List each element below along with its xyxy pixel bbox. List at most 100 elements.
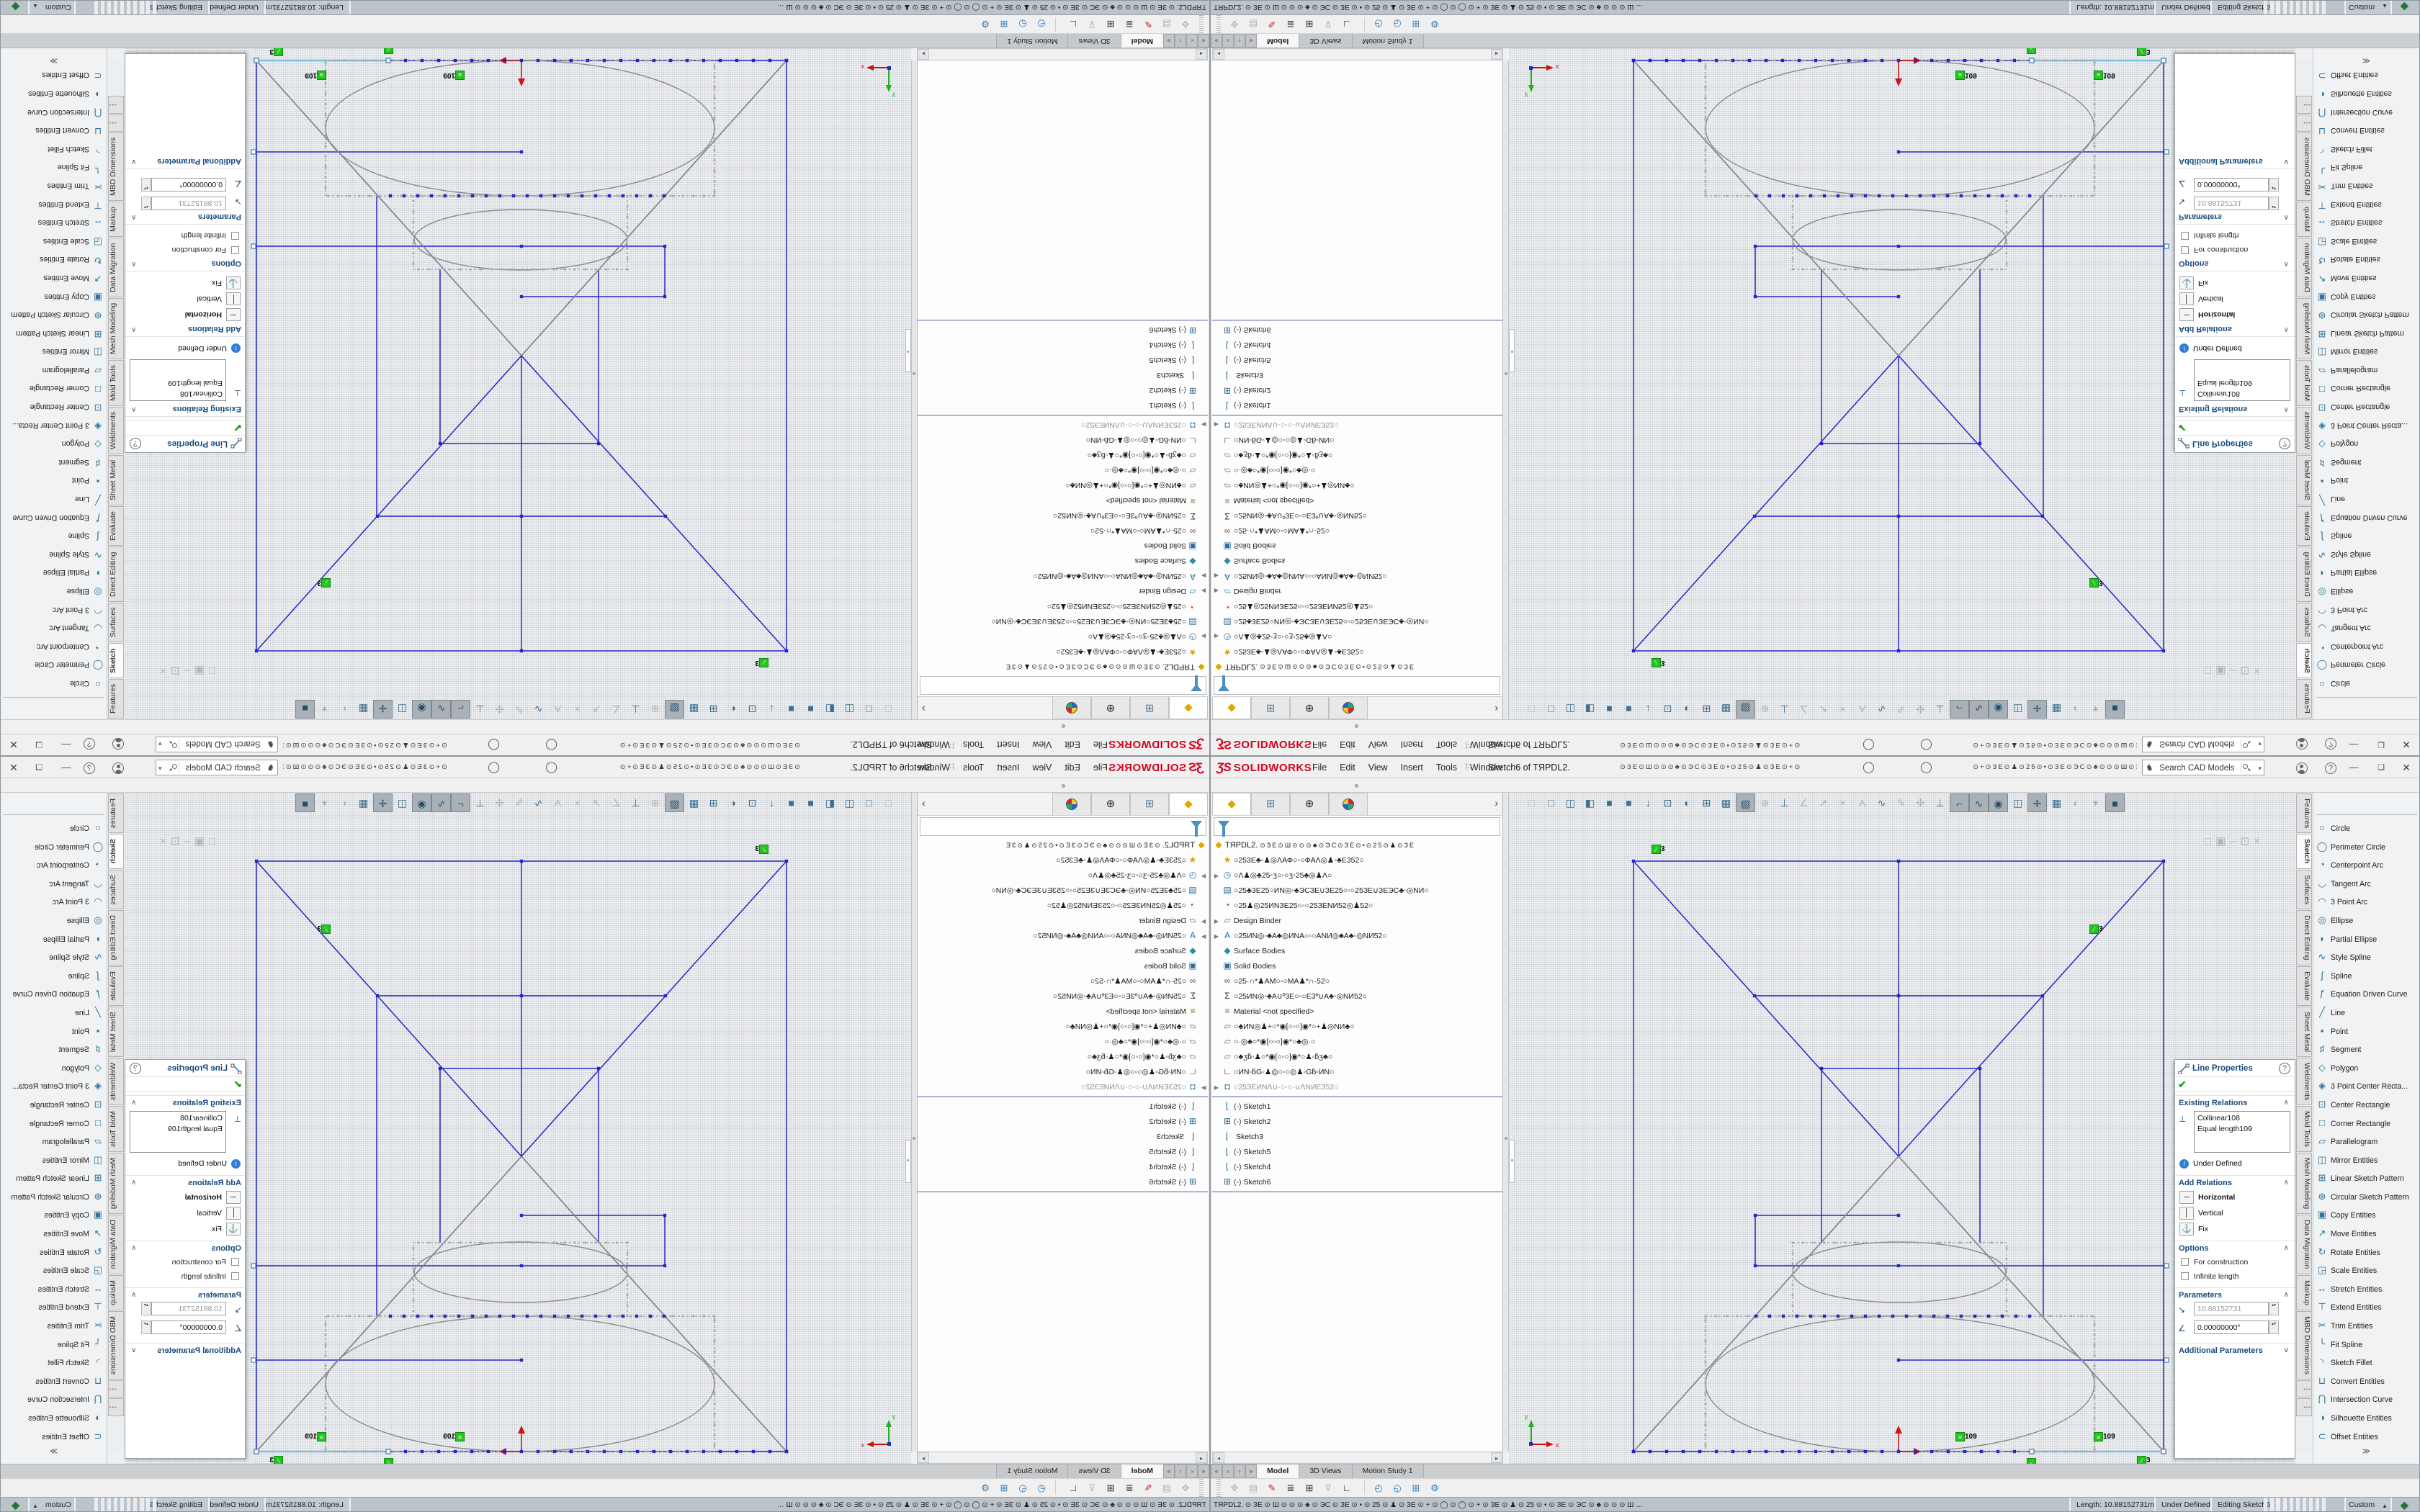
drag-handle[interactable]: [1355, 724, 1358, 728]
tree-row-solid-bodies[interactable]: ▣Solid Bodies: [918, 958, 1208, 973]
tab-item[interactable]: ⋮: [2296, 1380, 2312, 1398]
angle-spinner[interactable]: ▴▾: [2269, 178, 2279, 192]
menu-edit[interactable]: Edit: [1058, 734, 1087, 755]
tool-rotate-entities[interactable]: ↻Rotate Entities: [1, 251, 107, 270]
displaymanager-tab[interactable]: [1052, 793, 1091, 815]
search-input[interactable]: ♞ Search CAD Models ▾: [156, 737, 278, 752]
splitter-handle[interactable]: [1505, 372, 1507, 375]
help-icon[interactable]: ?: [2321, 734, 2340, 755]
panel-expand-icon[interactable]: ›: [1494, 797, 1498, 809]
tool-move-entities[interactable]: ↗Move Entities: [2313, 269, 2419, 288]
tool-style-spline[interactable]: ∿Style Spline: [1, 948, 107, 966]
tool-intersection-curve[interactable]: ⋂Intersection Curve: [1, 104, 107, 122]
tab-nav-button[interactable]: «: [1211, 1464, 1222, 1478]
menu-insert[interactable]: Insert: [1394, 734, 1430, 755]
expand-icon[interactable]: ∨: [131, 154, 136, 168]
ok-check-icon[interactable]: ✔: [125, 420, 245, 435]
tool-3-point-arc[interactable]: ◠3 Point Arc: [1, 601, 107, 620]
more-tools-chevron[interactable]: ≫: [1, 56, 107, 66]
tree-row-item[interactable]: ▱○♣ʒƃ◦♟○*◉[○◦○]◉*○♟◦ƃʒ♣○: [918, 1049, 1208, 1064]
tree-row-25-m[interactable]: ∞○25·∩*♟ΑM○◦○MΑ♟*∩·52○: [1212, 973, 1502, 989]
tool-3-point-center-recta[interactable]: ◈3 Point Center Recta...: [1, 417, 107, 436]
tab-mbd-dimensions[interactable]: MBD Dimensions: [2296, 1311, 2312, 1380]
tool-intersection-curve[interactable]: ⋂Intersection Curve: [1, 1390, 107, 1408]
tool-centerpoint-arc[interactable]: ◔Centerpoint Arc: [2313, 855, 2419, 874]
restore-button[interactable]: ❏: [28, 757, 50, 778]
expand-arrow-icon[interactable]: ▶: [1199, 929, 1208, 943]
tool-linear-sketch-pattern[interactable]: ⊞Linear Sketch Pattern: [2313, 1169, 2419, 1187]
restore-button[interactable]: ❏: [28, 734, 50, 755]
tab-sheet-metal[interactable]: Sheet Metal: [2296, 1007, 2312, 1057]
tool-equation-driven-curve[interactable]: ƒEquation Driven Curve: [2313, 509, 2419, 528]
relations-list[interactable]: Collinear108 Equal length109: [2194, 359, 2290, 401]
scroll-right-icon[interactable]: ▸: [1491, 1452, 1502, 1463]
sketch-gray-lines[interactable]: [256, 1156, 786, 1452]
bottom-toolbar-icon[interactable]: ≣: [1281, 15, 1300, 33]
checkbox-infinite-length[interactable]: Infinite length: [125, 228, 245, 243]
ok-check-icon[interactable]: ✔: [2175, 420, 2295, 435]
collapse-icon[interactable]: ∧: [2284, 1288, 2289, 1302]
tree-row-sketch2[interactable]: ⊞(-)Sketch2: [1212, 383, 1502, 398]
tree-row-item[interactable]: ▱○♣ʒƃ◦♟○*◉[○◦○]◉*○♟◦ƃʒ♣○: [1212, 448, 1502, 463]
menu-edit[interactable]: Edit: [1333, 734, 1362, 755]
tool-spline[interactable]: ∫Spline: [2313, 528, 2419, 546]
tree-row-25-3-25-n[interactable]: ▤○25♣3Е25○ИN◎◦♣ЭСЗЕ∪ЗЕ25○◦○25ЗЕ∪ЗЕЭС♣◦◎N…: [1212, 883, 1502, 898]
tool-scale-entities[interactable]: ◲Scale Entities: [1, 1261, 107, 1279]
tab-data-migration[interactable]: Data Migration: [2296, 238, 2312, 297]
collapse-icon[interactable]: ∧: [131, 1176, 136, 1190]
tree-row-n-g[interactable]: ∟○ИN◦ƃG◦♟◎○◦○◎♟◦Gƃ◦ИN○: [918, 433, 1208, 448]
angle-spinner[interactable]: ▴▾: [2269, 1320, 2279, 1334]
tool-corner-rectangle[interactable]: □Corner Rectangle: [2313, 1114, 2419, 1133]
length-spinner[interactable]: ▴▾: [2269, 197, 2279, 210]
splitter-handle[interactable]: [913, 372, 915, 375]
tool-copy-entities[interactable]: ▣Copy Entities: [1, 1205, 107, 1224]
bottom-toolbar-icon[interactable]: ∟: [1337, 15, 1356, 33]
tab-sketch[interactable]: Sketch: [108, 643, 124, 678]
tree-row-design-binde[interactable]: ▶▱Design Binder: [1212, 913, 1502, 928]
bottom-toolbar-icon[interactable]: ▤: [1244, 15, 1263, 33]
panel-splitter[interactable]: [1503, 793, 1509, 1452]
sketch-gray-lines[interactable]: [1634, 60, 2164, 356]
tool-segment[interactable]: ♯Segment: [1, 1040, 107, 1058]
tree-row-item[interactable]: ▱○·◎♣○*◉[○◦○]◉*○♣◎·○: [918, 1034, 1208, 1049]
tree-row-25-25-n-2[interactable]: ◔○25♟◎25ИNЗЕ25○◦○25ЗЕNИ52◎♟52○: [918, 898, 1208, 913]
collapse-icon[interactable]: ∧: [131, 210, 136, 224]
tool-move-entities[interactable]: ↗Move Entities: [1, 269, 107, 288]
tree-row-surface-bodi[interactable]: ◆Surface Bodies: [918, 943, 1208, 958]
collapse-icon[interactable]: ∧: [2284, 210, 2289, 224]
scroll-left-icon[interactable]: ◂: [1213, 1452, 1224, 1463]
collapse-icon[interactable]: ∧: [2284, 1176, 2289, 1190]
bottom-toolbar-icon[interactable]: ∟: [1064, 15, 1083, 33]
tool-rotate-entities[interactable]: ↻Rotate Entities: [2313, 251, 2419, 270]
bottom-toolbar-icon[interactable]: ✎: [1263, 15, 1281, 33]
tool-fit-spline[interactable]: ╰Fit Spline: [1, 159, 107, 178]
featuremanager-tab[interactable]: ◆: [1169, 793, 1208, 815]
tree-horizontal-scrollbar[interactable]: ◂ ▸: [1212, 48, 1503, 60]
tool-move-entities[interactable]: ↗Move Entities: [2313, 1224, 2419, 1243]
tool-copy-entities[interactable]: ▣Copy Entities: [2313, 288, 2419, 307]
tool-convert-entities[interactable]: ⊔Convert Entities: [1, 1372, 107, 1390]
panel-expand-icon[interactable]: ›: [1494, 703, 1498, 715]
configuration-tab[interactable]: ⊕: [1290, 793, 1329, 815]
bottom-toolbar-icon[interactable]: ◴: [1032, 1479, 1051, 1497]
tool-trim-entities[interactable]: ✂Trim Entities: [1, 1316, 107, 1335]
tab-item[interactable]: ⋮: [108, 1398, 124, 1416]
menu-edit[interactable]: Edit: [1058, 757, 1087, 778]
scroll-right-icon[interactable]: ▸: [918, 49, 929, 60]
bottom-toolbar-icon[interactable]: ⚙: [976, 1479, 995, 1497]
expand-arrow-icon[interactable]: ▶: [1212, 1080, 1221, 1094]
collapse-icon[interactable]: ∧: [2284, 402, 2289, 416]
tool-stretch-entities[interactable]: ↔Stretch Entities: [1, 215, 107, 233]
ok-check-icon[interactable]: ✔: [125, 1077, 245, 1092]
tree-row-item[interactable]: ▱○·◎♣○*◉[○◦○]◉*○♣◎·○: [1212, 1034, 1502, 1049]
bottom-toolbar-icon[interactable]: ⊞: [1300, 1479, 1319, 1497]
search-icon[interactable]: [172, 764, 177, 769]
ok-check-icon[interactable]: ✔: [2175, 1077, 2295, 1092]
collapse-icon[interactable]: ∧: [2284, 256, 2289, 271]
tree-row-solid-bodies[interactable]: ▣Solid Bodies: [1212, 539, 1502, 554]
tool-point[interactable]: ▪Point: [1, 472, 107, 491]
tree-row-25-m[interactable]: ∞○25·∩*♟ΑM○◦○MΑ♟*∩·52○: [918, 973, 1208, 989]
rollback-bar[interactable]: [1212, 1191, 1502, 1192]
tool-polygon[interactable]: ◇Polygon: [1, 436, 107, 454]
expand-icon[interactable]: ∨: [2284, 1344, 2289, 1358]
